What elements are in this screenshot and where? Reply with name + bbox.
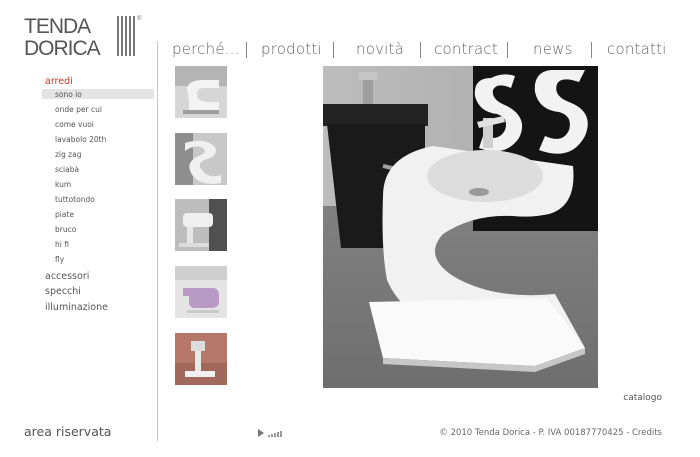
nav-perche[interactable]: perché...: [172, 38, 240, 60]
sidebar-category-accessori[interactable]: accessori: [45, 271, 89, 282]
nav-separator: [591, 42, 592, 58]
sidebar: arredi sono io onde per cui come vuoi la…: [0, 0, 157, 457]
sidebar-subitem-tuttotondo[interactable]: tuttotondo: [55, 195, 95, 204]
product-thumbnail[interactable]: [175, 333, 227, 385]
product-thumbnail[interactable]: [175, 66, 227, 118]
vertical-divider: [157, 41, 158, 441]
nav-prodotti[interactable]: prodotti: [261, 38, 322, 60]
nav-contract[interactable]: contract: [434, 38, 498, 60]
thumbnail-image: [175, 133, 227, 185]
sidebar-subitem-fly[interactable]: fly: [55, 255, 64, 264]
credits-link[interactable]: Credits: [632, 428, 662, 438]
sidebar-category-specchi[interactable]: specchi: [45, 286, 81, 297]
product-thumbnail[interactable]: [175, 199, 227, 251]
nav-novita[interactable]: novità: [356, 38, 404, 60]
thumbnail-image: [175, 199, 227, 251]
sidebar-subitem-piate[interactable]: piate: [55, 210, 74, 219]
sidebar-subitem-lavabolo-20th[interactable]: lavabolo 20th: [55, 135, 106, 144]
sidebar-subitem-hi-fi[interactable]: hi fi: [55, 240, 69, 249]
sidebar-subitem-zig-zag[interactable]: zig zag: [55, 150, 81, 159]
nav-news[interactable]: news: [533, 38, 573, 60]
top-navigation: perché... prodotti novità contract news …: [158, 38, 678, 62]
audio-player-control[interactable]: [258, 428, 284, 438]
nav-separator: [420, 42, 421, 58]
area-riservata-link[interactable]: area riservata: [24, 424, 111, 439]
product-thumbnail[interactable]: [175, 133, 227, 185]
nav-separator: [246, 42, 247, 58]
main-product-photo: [323, 66, 598, 388]
play-icon: [258, 429, 282, 437]
sidebar-category-arredi[interactable]: arredi: [45, 76, 73, 87]
nav-separator: [333, 42, 334, 58]
product-thumbnail[interactable]: [175, 266, 227, 318]
sidebar-category-illuminazione[interactable]: illuminazione: [45, 302, 108, 313]
sidebar-subitem-sciaba[interactable]: sciabà: [55, 165, 79, 174]
nav-separator: [507, 42, 508, 58]
nav-contatti[interactable]: contatti: [607, 38, 667, 60]
sidebar-subitem-come-vuoi[interactable]: come vuoi: [55, 120, 94, 129]
thumbnail-image: [175, 66, 227, 118]
thumbnail-image: [175, 266, 227, 318]
sink-photo: [323, 66, 598, 388]
footer: © 2010 Tenda Dorica - P. IVA 00187770425…: [439, 428, 662, 438]
sidebar-subitem-bruco[interactable]: bruco: [55, 225, 76, 234]
catalogo-link[interactable]: catalogo: [623, 393, 662, 403]
footer-copyright: © 2010 Tenda Dorica - P. IVA 00187770425…: [439, 428, 632, 438]
sidebar-subitem-sono-io[interactable]: sono io: [55, 90, 82, 99]
sidebar-subitem-onde-per-cui[interactable]: onde per cui: [55, 105, 102, 114]
sidebar-subitem-kum[interactable]: kum: [55, 180, 71, 189]
thumbnail-image: [175, 333, 227, 385]
